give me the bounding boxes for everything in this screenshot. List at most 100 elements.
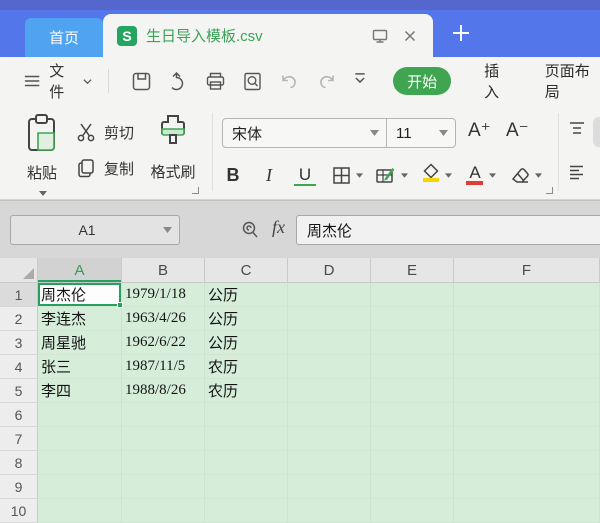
cell-D5[interactable] bbox=[288, 379, 371, 403]
cell-F8[interactable] bbox=[454, 451, 600, 475]
file-menu[interactable]: 文件 bbox=[24, 60, 92, 102]
cell-E9[interactable] bbox=[371, 475, 454, 499]
cell-F5[interactable] bbox=[454, 379, 600, 403]
print-preview-button[interactable] bbox=[242, 71, 263, 92]
cell-E3[interactable] bbox=[371, 331, 454, 355]
tab-home[interactable]: 首页 bbox=[25, 18, 103, 57]
column-header-A[interactable]: A bbox=[38, 258, 122, 283]
paste-button[interactable]: 粘贴 bbox=[20, 113, 64, 201]
export-icon[interactable] bbox=[168, 71, 189, 92]
cell-C1[interactable]: 公历 bbox=[205, 283, 288, 307]
font-name-select[interactable]: 宋体 bbox=[223, 123, 370, 144]
cell-F9[interactable] bbox=[454, 475, 600, 499]
screen-share-icon[interactable] bbox=[371, 27, 389, 45]
borders-button[interactable] bbox=[332, 166, 363, 185]
cell-D6[interactable] bbox=[288, 403, 371, 427]
cell-A5[interactable]: 李四 bbox=[38, 379, 122, 403]
cell-B10[interactable] bbox=[122, 499, 205, 523]
cell-C10[interactable] bbox=[205, 499, 288, 523]
cell-F6[interactable] bbox=[454, 403, 600, 427]
cell-E6[interactable] bbox=[371, 403, 454, 427]
row-header-4[interactable]: 4 bbox=[0, 355, 38, 379]
decrease-font-button[interactable]: A⁻ bbox=[506, 119, 529, 142]
increase-font-button[interactable]: A⁺ bbox=[468, 119, 491, 142]
cell-A7[interactable] bbox=[38, 427, 122, 451]
cell-F1[interactable] bbox=[454, 283, 600, 307]
horizontal-align-button[interactable] bbox=[568, 165, 586, 185]
cell-C9[interactable] bbox=[205, 475, 288, 499]
copy-button[interactable]: 复制 bbox=[76, 155, 134, 181]
cell-E2[interactable] bbox=[371, 307, 454, 331]
cell-E5[interactable] bbox=[371, 379, 454, 403]
cell-F3[interactable] bbox=[454, 331, 600, 355]
cell-C2[interactable]: 公历 bbox=[205, 307, 288, 331]
cell-E1[interactable] bbox=[371, 283, 454, 307]
cell-F2[interactable] bbox=[454, 307, 600, 331]
clear-button[interactable] bbox=[510, 166, 542, 185]
row-header-7[interactable]: 7 bbox=[0, 427, 38, 451]
cut-button[interactable]: 剪切 bbox=[76, 119, 134, 145]
column-header-E[interactable]: E bbox=[371, 258, 454, 283]
cell-A8[interactable] bbox=[38, 451, 122, 475]
cell-D1[interactable] bbox=[288, 283, 371, 307]
new-tab-button[interactable] bbox=[448, 20, 474, 46]
font-name-dropdown-icon[interactable] bbox=[370, 130, 379, 136]
font-size-dropdown-icon[interactable] bbox=[439, 130, 448, 136]
cell-B2[interactable]: 1963/4/26 bbox=[122, 307, 205, 331]
cell-F10[interactable] bbox=[454, 499, 600, 523]
cell-A10[interactable] bbox=[38, 499, 122, 523]
cell-B1[interactable]: 1979/1/18 bbox=[122, 283, 205, 307]
font-size-select[interactable]: 11 bbox=[387, 125, 439, 142]
cell-D7[interactable] bbox=[288, 427, 371, 451]
search-icon[interactable] bbox=[240, 220, 260, 245]
name-box-dropdown-icon[interactable] bbox=[163, 227, 172, 233]
cell-F4[interactable] bbox=[454, 355, 600, 379]
cell-A4[interactable]: 张三 bbox=[38, 355, 122, 379]
row-header-8[interactable]: 8 bbox=[0, 451, 38, 475]
row-header-2[interactable]: 2 bbox=[0, 307, 38, 331]
cell-C7[interactable] bbox=[205, 427, 288, 451]
fill-color-button[interactable] bbox=[422, 163, 452, 187]
cell-A2[interactable]: 李连杰 bbox=[38, 307, 122, 331]
cell-B6[interactable] bbox=[122, 403, 205, 427]
cell-D8[interactable] bbox=[288, 451, 371, 475]
tab-document[interactable]: S 生日导入模板.csv bbox=[103, 14, 433, 57]
column-header-C[interactable]: C bbox=[205, 258, 288, 283]
cell-D3[interactable] bbox=[288, 331, 371, 355]
name-box[interactable]: A1 bbox=[10, 215, 180, 245]
cell-A1-selected[interactable]: 周杰伦 bbox=[38, 283, 122, 307]
undo-button[interactable] bbox=[279, 71, 300, 92]
redo-button[interactable] bbox=[316, 71, 337, 92]
cell-D10[interactable] bbox=[288, 499, 371, 523]
cell-D9[interactable] bbox=[288, 475, 371, 499]
cell-B3[interactable]: 1962/6/22 bbox=[122, 331, 205, 355]
fill-handle[interactable] bbox=[117, 302, 123, 308]
row-header-5[interactable]: 5 bbox=[0, 379, 38, 403]
font-color-button[interactable]: A bbox=[466, 165, 496, 185]
ribbon-tab-insert[interactable]: 插入 bbox=[484, 60, 512, 102]
row-header-6[interactable]: 6 bbox=[0, 403, 38, 427]
select-all-button[interactable] bbox=[0, 258, 38, 283]
cell-E10[interactable] bbox=[371, 499, 454, 523]
cell-C4[interactable]: 农历 bbox=[205, 355, 288, 379]
column-header-F[interactable]: F bbox=[454, 258, 600, 283]
group-expand-icon[interactable] bbox=[192, 187, 199, 194]
cell-F7[interactable] bbox=[454, 427, 600, 451]
cell-C3[interactable]: 公历 bbox=[205, 331, 288, 355]
formula-input[interactable]: 周杰伦 bbox=[296, 215, 600, 245]
toolbar-more-icon[interactable] bbox=[353, 71, 367, 92]
ribbon-tab-page-layout[interactable]: 页面布局 bbox=[545, 60, 600, 102]
cell-B9[interactable] bbox=[122, 475, 205, 499]
underline-button[interactable]: U bbox=[294, 165, 316, 186]
cell-A9[interactable] bbox=[38, 475, 122, 499]
group-expand-icon[interactable] bbox=[546, 187, 553, 194]
vertical-align-button[interactable] bbox=[568, 121, 586, 140]
row-header-1[interactable]: 1 bbox=[0, 283, 38, 307]
column-header-B[interactable]: B bbox=[122, 258, 205, 283]
save-button[interactable] bbox=[131, 71, 152, 92]
cell-D4[interactable] bbox=[288, 355, 371, 379]
cell-D2[interactable] bbox=[288, 307, 371, 331]
fx-icon[interactable]: fx bbox=[272, 217, 285, 238]
shading-button[interactable] bbox=[375, 166, 408, 185]
row-header-9[interactable]: 9 bbox=[0, 475, 38, 499]
